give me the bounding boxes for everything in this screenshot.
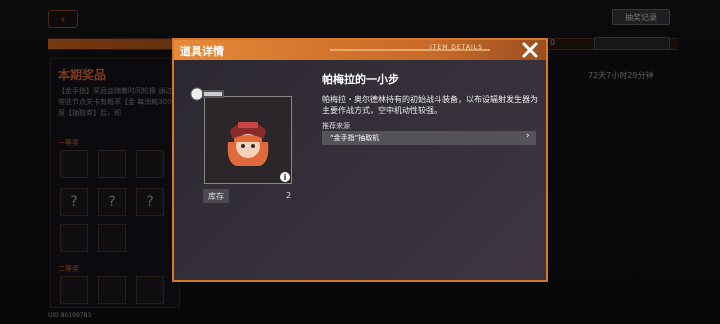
item-rarity-badge bbox=[190, 86, 224, 102]
stock-count: 2 bbox=[286, 191, 292, 200]
close-x-icon bbox=[522, 42, 538, 58]
item-portrait bbox=[220, 112, 276, 168]
header-deco-text: ITEM DETAILS bbox=[430, 44, 483, 51]
item-name: 帕梅拉的一小步 bbox=[322, 73, 399, 86]
dialog-title: 道具详情 bbox=[180, 45, 224, 58]
source-label: 推荐来源 bbox=[322, 122, 350, 130]
stock-label: 库存 bbox=[203, 189, 229, 203]
item-description: 帕梅拉・奥尔德林持有的初始战斗装备，以布设辐射发生器为主要作战方式，空中机动性较… bbox=[322, 95, 538, 115]
chevron-right-icon: › bbox=[526, 131, 530, 141]
close-button[interactable] bbox=[516, 40, 544, 60]
source-link[interactable]: “金手指”抽取机 bbox=[322, 131, 536, 145]
info-icon[interactable]: i bbox=[280, 172, 290, 182]
